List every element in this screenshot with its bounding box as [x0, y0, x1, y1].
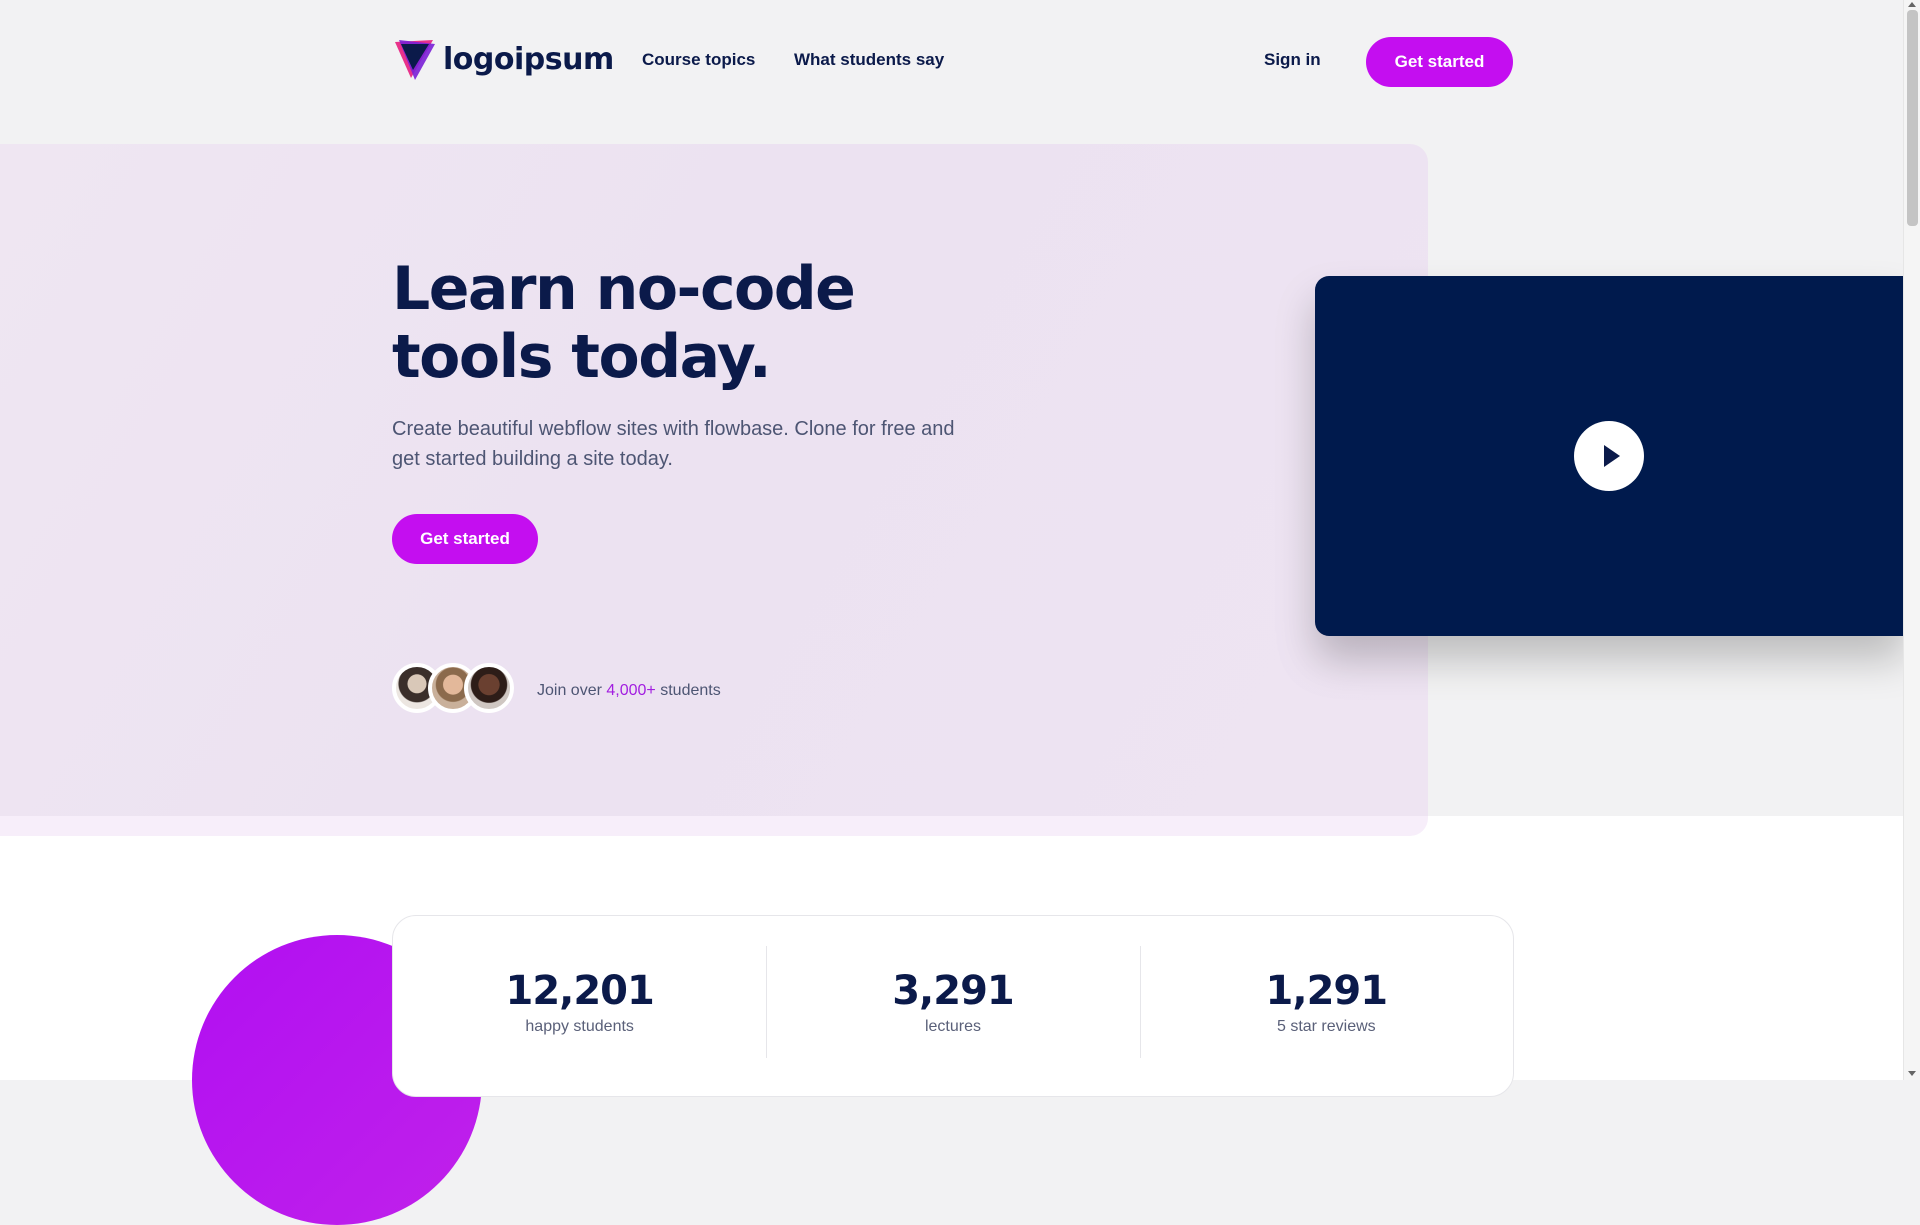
stat-lectures: 3,291 lectures: [766, 916, 1139, 1096]
play-icon: [1603, 445, 1620, 467]
stat-label: 5 star reviews: [1276, 1018, 1376, 1035]
stat-value: 12,201: [505, 968, 654, 1014]
hero-title-line-2: tools today.: [392, 322, 772, 392]
logo-text: logoipsum: [443, 41, 614, 77]
hero-title-line-1: Learn no-code: [392, 254, 856, 324]
header-get-started-button[interactable]: Get started: [1366, 37, 1513, 87]
join-students-text: Join over 4,000+ students: [537, 682, 721, 700]
vertical-scrollbar[interactable]: [1903, 0, 1920, 1080]
stats-card: 12,201 happy students 3,291 lectures 1,2…: [392, 915, 1514, 1097]
avatar: [464, 663, 514, 713]
stat-value: 3,291: [892, 968, 1015, 1014]
nav-what-students-say[interactable]: What students say: [794, 50, 944, 70]
nav-course-topics[interactable]: Course topics: [642, 50, 755, 70]
logo-icon: [395, 40, 435, 80]
stat-label: happy students: [525, 1018, 634, 1035]
sign-in-link[interactable]: Sign in: [1264, 50, 1321, 70]
scroll-up-icon[interactable]: [1908, 2, 1916, 7]
play-button[interactable]: [1574, 421, 1644, 491]
site-header: logoipsum Course topics What students sa…: [0, 0, 1904, 124]
stat-reviews: 1,291 5 star reviews: [1139, 916, 1513, 1096]
student-count: 4,000+: [606, 682, 656, 699]
hero-get-started-button[interactable]: Get started: [392, 514, 538, 564]
scroll-down-icon[interactable]: [1908, 1071, 1916, 1076]
hero-subtitle: Create beautiful webflow sites with flow…: [392, 418, 955, 470]
student-avatars: [392, 663, 514, 713]
join-suffix: students: [660, 682, 721, 699]
hero-title: Learn no-code tools today.: [392, 255, 1012, 391]
hero-section: [0, 144, 1428, 836]
scrollbar-thumb[interactable]: [1907, 10, 1918, 226]
stat-value: 1,291: [1265, 968, 1389, 1014]
stat-label: lectures: [924, 1018, 981, 1035]
stat-happy-students: 12,201 happy students: [393, 916, 766, 1096]
join-prefix: Join over: [537, 682, 602, 699]
hero-bottom-band: [0, 816, 1428, 836]
logo[interactable]: logoipsum: [393, 36, 614, 82]
